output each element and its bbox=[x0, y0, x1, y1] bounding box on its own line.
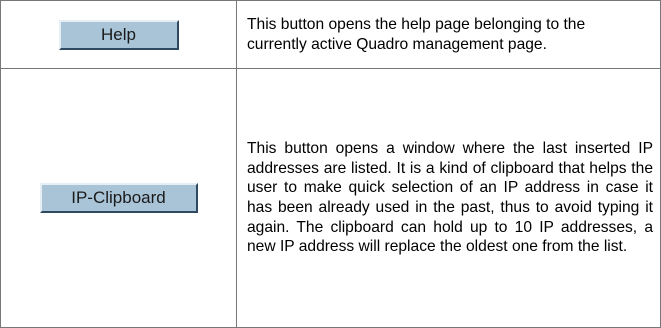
button-cell-ip-clipboard: IP-Clipboard bbox=[0, 68, 237, 328]
ip-clipboard-button[interactable]: IP-Clipboard bbox=[39, 183, 198, 213]
help-button[interactable]: Help bbox=[58, 19, 179, 50]
ip-clipboard-description: This button opens a window where the las… bbox=[236, 68, 661, 328]
help-description: This button opens the help page belongin… bbox=[236, 0, 661, 69]
table-row-ip-clipboard: IP-Clipboard This button opens a window … bbox=[0, 68, 661, 328]
table-row-help: Help This button opens the help page bel… bbox=[0, 0, 661, 69]
button-cell-help: Help bbox=[0, 0, 237, 69]
button-reference-table: Help This button opens the help page bel… bbox=[0, 0, 661, 328]
